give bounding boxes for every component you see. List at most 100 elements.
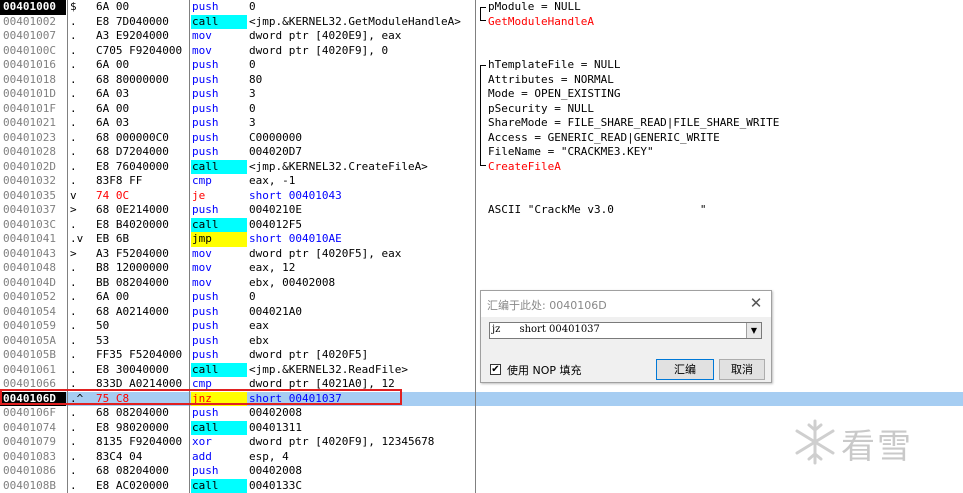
hex-dump-cell[interactable]: 68 000000C0 [96, 131, 189, 146]
hex-dump-cell[interactable]: 6A 00 [96, 58, 189, 73]
mnemonic-cell[interactable]: push [191, 305, 247, 320]
disasm-row[interactable]: 0040108B. E8 AC020000 call 0040133C [0, 478, 963, 493]
nop-fill-checkbox[interactable]: ✔ [490, 364, 501, 375]
address-cell[interactable]: 0040106F [0, 406, 66, 421]
operand-cell[interactable]: dword ptr [4020F9], 12345678 [249, 435, 474, 450]
mnemonic-cell[interactable]: mov [191, 261, 247, 276]
hex-dump-cell[interactable]: 68 80000000 [96, 73, 189, 88]
operand-cell[interactable]: eax, -1 [249, 174, 474, 189]
mnemonic-cell[interactable]: push [191, 73, 247, 88]
disasm-row[interactable]: 00401048. B8 12000000 mov eax, 12 [0, 261, 963, 276]
operand-cell[interactable]: 00402008 [249, 464, 474, 479]
operand-cell[interactable]: esp, 4 [249, 450, 474, 465]
mnemonic-cell[interactable]: mov [191, 44, 247, 59]
mnemonic-cell[interactable]: push [191, 87, 247, 102]
address-cell[interactable]: 00401032 [0, 174, 66, 189]
hex-dump-cell[interactable]: 50 [96, 319, 189, 334]
comment-cell[interactable]: CreateFileA [488, 160, 958, 175]
operand-cell[interactable]: dword ptr [4020F5], eax [249, 247, 474, 262]
hex-dump-cell[interactable]: FF35 F5204000 [96, 348, 189, 363]
hex-dump-cell[interactable]: E8 7D040000 [96, 15, 189, 30]
comment-cell[interactable]: ShareMode = FILE_SHARE_READ|FILE_SHARE_W… [488, 116, 958, 131]
operand-cell[interactable]: 004021A0 [249, 305, 474, 320]
hex-dump-cell[interactable]: C705 F9204000 [96, 44, 189, 59]
disasm-row[interactable]: 00401032. 83F8 FF cmp eax, -1 [0, 174, 963, 189]
close-icon[interactable]: ✕ [747, 294, 765, 312]
mnemonic-cell[interactable]: mov [191, 276, 247, 291]
hex-dump-cell[interactable]: 833D A0214000 [96, 377, 189, 392]
operand-cell[interactable]: eax, 12 [249, 261, 474, 276]
operand-cell[interactable]: short 004010AE [249, 232, 474, 247]
disasm-row[interactable]: 00401007. A3 E9204000 mov dword ptr [4020E9… [0, 29, 963, 44]
hex-dump-cell[interactable]: 75 C8 [96, 392, 189, 407]
disasm-row[interactable]: 0040100C. C705 F9204000 mov dword ptr [4020… [0, 44, 963, 59]
address-cell[interactable]: 00401035 [0, 189, 66, 204]
address-cell[interactable]: 00401041 [0, 232, 66, 247]
operand-cell[interactable]: short 00401037 [249, 392, 474, 407]
address-cell[interactable]: 0040100C [0, 44, 66, 59]
address-cell[interactable]: 00401037 [0, 203, 66, 218]
hex-dump-cell[interactable]: 53 [96, 334, 189, 349]
mnemonic-cell[interactable]: add [191, 450, 247, 465]
address-cell[interactable]: 0040104D [0, 276, 66, 291]
address-cell[interactable]: 00401000 [0, 0, 66, 15]
address-cell[interactable]: 00401018 [0, 73, 66, 88]
address-cell[interactable]: 00401016 [0, 58, 66, 73]
operand-cell[interactable]: 0 [249, 102, 474, 117]
mnemonic-cell[interactable]: mov [191, 29, 247, 44]
mnemonic-cell[interactable]: call [191, 362, 247, 377]
operand-cell[interactable]: 0 [249, 0, 474, 15]
address-cell[interactable]: 0040101F [0, 102, 66, 117]
address-cell[interactable]: 0040102D [0, 160, 66, 175]
address-cell[interactable]: 0040108B [0, 479, 66, 493]
hex-dump-cell[interactable]: E8 98020000 [96, 421, 189, 436]
hex-dump-cell[interactable]: 83F8 FF [96, 174, 189, 189]
operand-cell[interactable]: ebx, 00402008 [249, 276, 474, 291]
operand-cell[interactable]: 3 [249, 116, 474, 131]
mnemonic-cell[interactable]: push [191, 348, 247, 363]
address-cell[interactable]: 0040103C [0, 218, 66, 233]
comment-cell[interactable]: Mode = OPEN_EXISTING [488, 87, 958, 102]
operand-cell[interactable]: 0 [249, 58, 474, 73]
mnemonic-cell[interactable]: push [191, 334, 247, 349]
address-cell[interactable]: 00401007 [0, 29, 66, 44]
hex-dump-cell[interactable]: 68 D7204000 [96, 145, 189, 160]
disasm-row[interactable]: 0040103C. E8 B4020000 call 004012F5 [0, 217, 963, 233]
operand-cell[interactable]: 80 [249, 73, 474, 88]
disasm-row[interactable]: 00401043 > A3 F5204000 mov dword ptr [4020F5… [0, 247, 963, 262]
hex-dump-cell[interactable]: 74 0C [96, 189, 189, 204]
mnemonic-cell[interactable]: je [191, 189, 247, 204]
address-cell[interactable]: 00401028 [0, 145, 66, 160]
hex-dump-cell[interactable]: 6A 03 [96, 116, 189, 131]
address-cell[interactable]: 00401086 [0, 464, 66, 479]
address-cell[interactable]: 00401054 [0, 305, 66, 320]
mnemonic-cell[interactable]: push [191, 58, 247, 73]
mnemonic-cell[interactable]: push [191, 116, 247, 131]
hex-dump-cell[interactable]: 8135 F9204000 [96, 435, 189, 450]
operand-cell[interactable]: 0 [249, 290, 474, 305]
mnemonic-cell[interactable]: push [191, 131, 247, 146]
mnemonic-cell[interactable]: call [191, 159, 247, 174]
comment-cell[interactable]: FileName = "CRACKME3.KEY" [488, 145, 958, 160]
hex-dump-cell[interactable]: E8 B4020000 [96, 218, 189, 233]
mnemonic-cell[interactable]: push [191, 102, 247, 117]
mnemonic-cell[interactable]: xor [191, 435, 247, 450]
hex-dump-cell[interactable]: 83C4 04 [96, 450, 189, 465]
address-cell[interactable]: 00401059 [0, 319, 66, 334]
address-cell[interactable]: 00401074 [0, 421, 66, 436]
operand-cell[interactable]: 0040133C [249, 479, 474, 493]
hex-dump-cell[interactable]: 68 08204000 [96, 464, 189, 479]
operand-cell[interactable]: eax [249, 319, 474, 334]
disasm-row[interactable]: 0040104D. BB 08204000 mov ebx, 00402008 [0, 276, 963, 291]
hex-dump-cell[interactable]: BB 08204000 [96, 276, 189, 291]
hex-dump-cell[interactable]: E8 76040000 [96, 160, 189, 175]
operand-cell[interactable]: <jmp.&KERNEL32.GetModuleHandleA> [249, 15, 474, 30]
operand-cell[interactable]: <jmp.&KERNEL32.CreateFileA> [249, 160, 474, 175]
disasm-row[interactable]: 00401037 >68 0E214000 push 0040210E ASCII "C… [0, 203, 963, 218]
hex-dump-cell[interactable]: E8 AC020000 [96, 479, 189, 493]
hex-dump-cell[interactable]: 68 A0214000 [96, 305, 189, 320]
hex-dump-cell[interactable]: E8 30040000 [96, 363, 189, 378]
operand-cell[interactable]: 004012F5 [249, 218, 474, 233]
disasm-row[interactable]: 00401035 v 74 0C je short 00401043 [0, 189, 963, 204]
comment-cell[interactable]: pSecurity = NULL [488, 102, 958, 117]
